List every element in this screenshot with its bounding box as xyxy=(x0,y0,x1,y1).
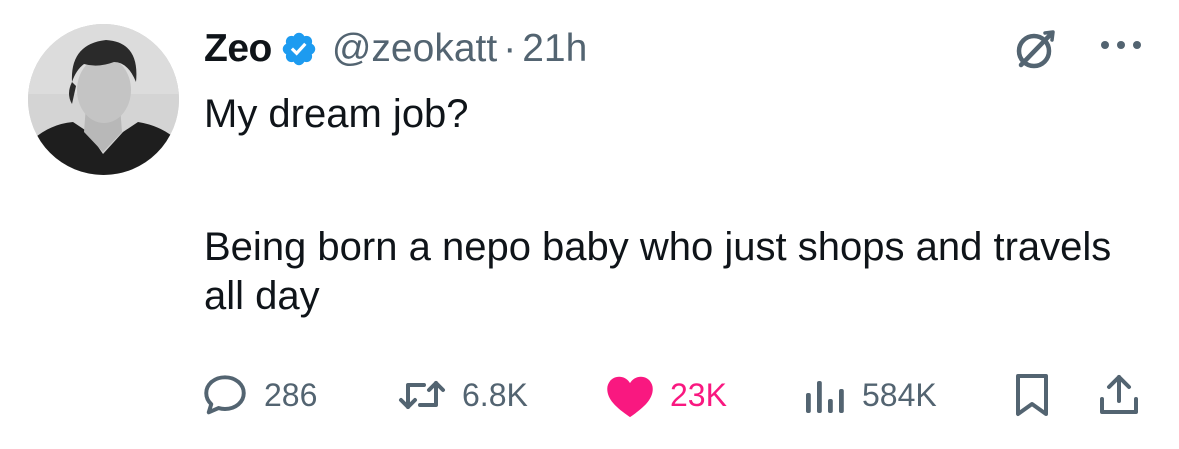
timestamp[interactable]: 21h xyxy=(522,27,587,71)
like-count: 23K xyxy=(670,376,727,413)
reply-icon xyxy=(200,370,250,420)
verified-badge-icon xyxy=(280,30,318,68)
bookmark-button[interactable] xyxy=(1012,364,1052,426)
action-bar: 286 6.8K 23K 584K xyxy=(200,364,1160,426)
tweet-line: Being born a nepo baby who just shops an… xyxy=(204,225,1112,318)
tweet-header: Zeo @zeokatt · 21h xyxy=(204,24,587,74)
tweet-line: My dream job? xyxy=(204,92,469,136)
repost-icon xyxy=(396,370,448,420)
author-handle[interactable]: @zeokatt xyxy=(332,27,497,71)
reply-button[interactable]: 286 xyxy=(200,364,317,426)
avatar[interactable] xyxy=(28,24,179,175)
share-icon xyxy=(1096,371,1142,419)
views-icon xyxy=(804,373,848,417)
repost-count: 6.8K xyxy=(462,376,528,413)
view-count: 584K xyxy=(862,376,937,413)
like-button[interactable]: 23K xyxy=(604,364,727,426)
bookmark-icon xyxy=(1012,372,1052,418)
reply-count: 286 xyxy=(264,376,318,413)
share-button[interactable] xyxy=(1096,364,1142,426)
author-name[interactable]: Zeo xyxy=(204,27,272,71)
more-icon[interactable] xyxy=(1098,38,1144,52)
like-icon xyxy=(604,371,656,419)
views-button[interactable]: 584K xyxy=(804,364,937,426)
repost-button[interactable]: 6.8K xyxy=(396,364,528,426)
grok-icon[interactable] xyxy=(1012,25,1060,73)
tweet-text: My dream job? Being born a nepo baby who… xyxy=(204,90,1144,321)
separator-dot: · xyxy=(503,27,517,70)
